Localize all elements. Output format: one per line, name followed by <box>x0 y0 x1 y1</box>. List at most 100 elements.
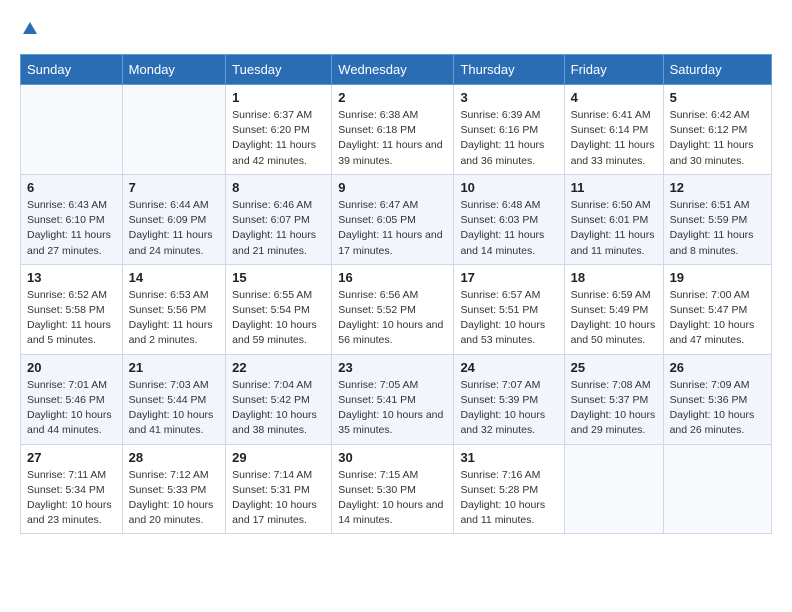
day-number: 10 <box>460 180 557 195</box>
calendar-cell: 11 Sunrise: 6:50 AM Sunset: 6:01 PM Dayli… <box>564 174 663 264</box>
calendar-cell: 13 Sunrise: 6:52 AM Sunset: 5:58 PM Dayli… <box>21 264 123 354</box>
calendar-cell: 28 Sunrise: 7:12 AM Sunset: 5:33 PM Dayli… <box>122 444 225 534</box>
weekday-header: Wednesday <box>332 55 454 85</box>
day-info: Sunrise: 6:38 AM Sunset: 6:18 PM Dayligh… <box>338 108 447 169</box>
day-info: Sunrise: 7:15 AM Sunset: 5:30 PM Dayligh… <box>338 468 447 529</box>
day-number: 16 <box>338 270 447 285</box>
calendar-cell: 27 Sunrise: 7:11 AM Sunset: 5:34 PM Dayli… <box>21 444 123 534</box>
calendar-cell: 1 Sunrise: 6:37 AM Sunset: 6:20 PM Daylig… <box>226 85 332 175</box>
day-info: Sunrise: 7:05 AM Sunset: 5:41 PM Dayligh… <box>338 378 447 439</box>
day-info: Sunrise: 7:08 AM Sunset: 5:37 PM Dayligh… <box>571 378 657 439</box>
day-number: 12 <box>670 180 765 195</box>
day-number: 29 <box>232 450 325 465</box>
calendar-cell: 26Sunrise: 7:09 AM Sunset: 5:36 PM Dayli… <box>663 354 771 444</box>
day-info: Sunrise: 6:56 AM Sunset: 5:52 PM Dayligh… <box>338 288 447 349</box>
calendar-cell <box>21 85 123 175</box>
day-number: 27 <box>27 450 116 465</box>
day-number: 9 <box>338 180 447 195</box>
day-number: 22 <box>232 360 325 375</box>
day-number: 19 <box>670 270 765 285</box>
day-info: Sunrise: 7:09 AM Sunset: 5:36 PM Dayligh… <box>670 378 765 439</box>
weekday-header: Friday <box>564 55 663 85</box>
day-number: 23 <box>338 360 447 375</box>
weekday-header: Thursday <box>454 55 564 85</box>
day-info: Sunrise: 7:03 AM Sunset: 5:44 PM Dayligh… <box>129 378 219 439</box>
calendar-cell <box>564 444 663 534</box>
calendar-cell: 30 Sunrise: 7:15 AM Sunset: 5:30 PM Dayli… <box>332 444 454 534</box>
weekday-header: Sunday <box>21 55 123 85</box>
day-info: Sunrise: 6:41 AM Sunset: 6:14 PM Dayligh… <box>571 108 657 169</box>
day-info: Sunrise: 6:53 AM Sunset: 5:56 PM Dayligh… <box>129 288 219 349</box>
calendar-cell: 6 Sunrise: 6:43 AM Sunset: 6:10 PM Daylig… <box>21 174 123 264</box>
calendar-cell: 23 Sunrise: 7:05 AM Sunset: 5:41 PM Dayli… <box>332 354 454 444</box>
day-info: Sunrise: 7:14 AM Sunset: 5:31 PM Dayligh… <box>232 468 325 529</box>
day-info: Sunrise: 7:04 AM Sunset: 5:42 PM Dayligh… <box>232 378 325 439</box>
day-number: 31 <box>460 450 557 465</box>
calendar-cell: 22 Sunrise: 7:04 AM Sunset: 5:42 PM Dayli… <box>226 354 332 444</box>
calendar-cell: 4 Sunrise: 6:41 AM Sunset: 6:14 PM Daylig… <box>564 85 663 175</box>
day-number: 5 <box>670 90 765 105</box>
calendar-cell: 2 Sunrise: 6:38 AM Sunset: 6:18 PM Daylig… <box>332 85 454 175</box>
day-info: Sunrise: 6:43 AM Sunset: 6:10 PM Dayligh… <box>27 198 116 259</box>
calendar-cell: 19 Sunrise: 7:00 AM Sunset: 5:47 PM Dayli… <box>663 264 771 354</box>
day-number: 6 <box>27 180 116 195</box>
day-number: 25 <box>571 360 657 375</box>
day-number: 21 <box>129 360 219 375</box>
day-info: Sunrise: 7:11 AM Sunset: 5:34 PM Dayligh… <box>27 468 116 529</box>
calendar-cell: 9 Sunrise: 6:47 AM Sunset: 6:05 PM Daylig… <box>332 174 454 264</box>
day-info: Sunrise: 6:50 AM Sunset: 6:01 PM Dayligh… <box>571 198 657 259</box>
day-number: 4 <box>571 90 657 105</box>
day-info: Sunrise: 6:37 AM Sunset: 6:20 PM Dayligh… <box>232 108 325 169</box>
day-info: Sunrise: 7:00 AM Sunset: 5:47 PM Dayligh… <box>670 288 765 349</box>
calendar-cell: 29 Sunrise: 7:14 AM Sunset: 5:31 PM Dayli… <box>226 444 332 534</box>
day-info: Sunrise: 6:55 AM Sunset: 5:54 PM Dayligh… <box>232 288 325 349</box>
day-number: 7 <box>129 180 219 195</box>
day-info: Sunrise: 6:44 AM Sunset: 6:09 PM Dayligh… <box>129 198 219 259</box>
day-info: Sunrise: 6:47 AM Sunset: 6:05 PM Dayligh… <box>338 198 447 259</box>
day-info: Sunrise: 6:59 AM Sunset: 5:49 PM Dayligh… <box>571 288 657 349</box>
day-info: Sunrise: 7:16 AM Sunset: 5:28 PM Dayligh… <box>460 468 557 529</box>
day-info: Sunrise: 6:57 AM Sunset: 5:51 PM Dayligh… <box>460 288 557 349</box>
day-number: 1 <box>232 90 325 105</box>
calendar-cell: 10Sunrise: 6:48 AM Sunset: 6:03 PM Dayli… <box>454 174 564 264</box>
logo-icon <box>21 20 39 38</box>
day-number: 15 <box>232 270 325 285</box>
day-info: Sunrise: 6:42 AM Sunset: 6:12 PM Dayligh… <box>670 108 765 169</box>
weekday-header: Tuesday <box>226 55 332 85</box>
calendar-cell: 21 Sunrise: 7:03 AM Sunset: 5:44 PM Dayli… <box>122 354 225 444</box>
calendar-cell: 20Sunrise: 7:01 AM Sunset: 5:46 PM Dayli… <box>21 354 123 444</box>
day-info: Sunrise: 6:51 AM Sunset: 5:59 PM Dayligh… <box>670 198 765 259</box>
day-number: 2 <box>338 90 447 105</box>
calendar-table: SundayMondayTuesdayWednesdayThursdayFrid… <box>20 54 772 534</box>
calendar-cell: 18Sunrise: 6:59 AM Sunset: 5:49 PM Dayli… <box>564 264 663 354</box>
day-number: 24 <box>460 360 557 375</box>
day-info: Sunrise: 7:12 AM Sunset: 5:33 PM Dayligh… <box>129 468 219 529</box>
day-info: Sunrise: 6:39 AM Sunset: 6:16 PM Dayligh… <box>460 108 557 169</box>
day-info: Sunrise: 7:07 AM Sunset: 5:39 PM Dayligh… <box>460 378 557 439</box>
day-info: Sunrise: 6:46 AM Sunset: 6:07 PM Dayligh… <box>232 198 325 259</box>
day-info: Sunrise: 6:52 AM Sunset: 5:58 PM Dayligh… <box>27 288 116 349</box>
day-number: 8 <box>232 180 325 195</box>
day-number: 3 <box>460 90 557 105</box>
day-number: 14 <box>129 270 219 285</box>
calendar-cell: 3 Sunrise: 6:39 AM Sunset: 6:16 PM Daylig… <box>454 85 564 175</box>
day-number: 17 <box>460 270 557 285</box>
calendar-cell: 7 Sunrise: 6:44 AM Sunset: 6:09 PM Daylig… <box>122 174 225 264</box>
calendar-cell: 8 Sunrise: 6:46 AM Sunset: 6:07 PM Daylig… <box>226 174 332 264</box>
calendar-cell: 5 Sunrise: 6:42 AM Sunset: 6:12 PM Daylig… <box>663 85 771 175</box>
day-number: 30 <box>338 450 447 465</box>
calendar-cell: 14 Sunrise: 6:53 AM Sunset: 5:56 PM Dayli… <box>122 264 225 354</box>
day-info: Sunrise: 7:01 AM Sunset: 5:46 PM Dayligh… <box>27 378 116 439</box>
calendar-cell: 16 Sunrise: 6:56 AM Sunset: 5:52 PM Dayli… <box>332 264 454 354</box>
day-number: 11 <box>571 180 657 195</box>
day-number: 13 <box>27 270 116 285</box>
day-number: 28 <box>129 450 219 465</box>
calendar-cell: 17 Sunrise: 6:57 AM Sunset: 5:51 PM Dayli… <box>454 264 564 354</box>
calendar-cell: 24 Sunrise: 7:07 AM Sunset: 5:39 PM Dayli… <box>454 354 564 444</box>
calendar-cell <box>122 85 225 175</box>
calendar-cell: 15 Sunrise: 6:55 AM Sunset: 5:54 PM Dayli… <box>226 264 332 354</box>
weekday-header: Monday <box>122 55 225 85</box>
calendar-cell: 31 Sunrise: 7:16 AM Sunset: 5:28 PM Dayli… <box>454 444 564 534</box>
weekday-header: Saturday <box>663 55 771 85</box>
logo <box>20 20 40 38</box>
